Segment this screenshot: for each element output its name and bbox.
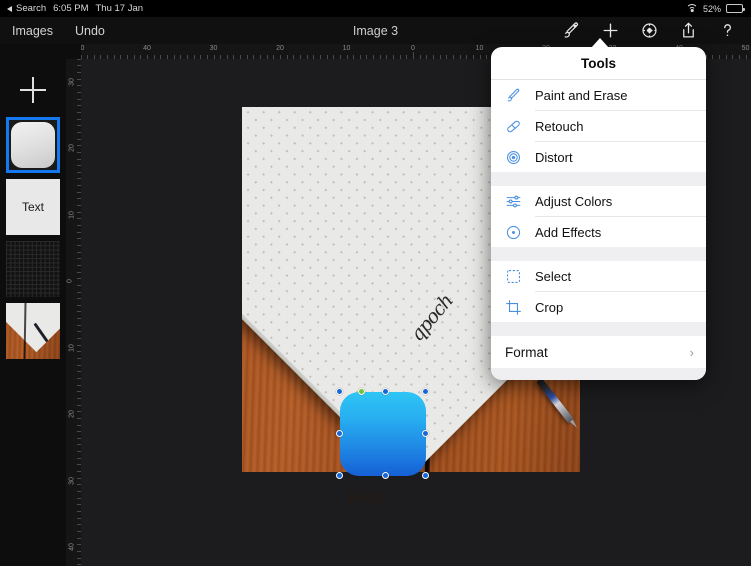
menu-item-select[interactable]: Select bbox=[491, 261, 706, 291]
ruler-v-label: 10 bbox=[68, 343, 76, 352]
battery-percent-label: 52% bbox=[702, 3, 721, 14]
popover-arrow bbox=[591, 38, 609, 48]
status-back-label[interactable]: Search bbox=[16, 3, 46, 14]
menu-group-gap bbox=[491, 172, 706, 186]
paintbrush-icon bbox=[505, 87, 522, 104]
ruler-v-label: 40 bbox=[68, 543, 76, 551]
menu-item-paint-and-erase[interactable]: Paint and Erase bbox=[491, 80, 706, 110]
handle-bottom-left[interactable] bbox=[336, 472, 343, 479]
handle-bottom-center[interactable] bbox=[382, 472, 390, 479]
vertical-ruler: 30 20 10 0 10 20 30 40 bbox=[66, 59, 81, 566]
menu-item-label: Adjust Colors bbox=[535, 193, 613, 209]
spiral-icon bbox=[505, 149, 522, 166]
help-icon[interactable] bbox=[718, 21, 737, 40]
toolbar-left-group: Images Undo bbox=[0, 24, 105, 38]
ruler-h-label: 10 bbox=[475, 45, 484, 52]
ruler-v-label: 30 bbox=[68, 77, 76, 86]
ruler-h-label: 20 bbox=[276, 45, 284, 52]
app-window: Search 6:05 PM Thu 17 Jan 52% Images Und… bbox=[0, 0, 751, 566]
status-bar-right: 52% bbox=[685, 3, 751, 14]
photo-thumbnail bbox=[6, 303, 60, 359]
battery-icon bbox=[726, 4, 745, 13]
sliders-icon bbox=[505, 193, 522, 210]
overlay-text-hey[interactable]: Hey bbox=[348, 488, 383, 510]
menu-item-label: Crop bbox=[535, 299, 564, 315]
popover-bottom-gap bbox=[491, 368, 706, 380]
bandage-icon bbox=[505, 118, 522, 135]
menu-item-retouch[interactable]: Retouch bbox=[491, 111, 706, 141]
top-toolbar: Images Undo Image 3 bbox=[0, 17, 751, 44]
menu-item-label: Paint and Erase bbox=[535, 87, 628, 103]
marquee-select-icon bbox=[505, 268, 522, 285]
selected-rounded-rect-shape[interactable] bbox=[340, 392, 426, 476]
wifi-icon bbox=[685, 4, 698, 13]
handle-middle-left[interactable] bbox=[336, 430, 343, 437]
menu-item-label: Select bbox=[535, 268, 572, 284]
menu-item-format[interactable]: Format › bbox=[491, 336, 706, 368]
menu-item-distort[interactable]: Distort bbox=[491, 142, 706, 172]
handle-middle-right[interactable] bbox=[422, 430, 429, 437]
share-icon[interactable] bbox=[679, 21, 698, 40]
crop-icon bbox=[505, 299, 522, 316]
settings-gear-icon[interactable] bbox=[640, 21, 659, 40]
sidebar-layer-text[interactable]: Text bbox=[6, 179, 60, 235]
ruler-h-label: 50 bbox=[741, 45, 750, 52]
menu-group-gap bbox=[491, 247, 706, 261]
sidebar-layer-shape[interactable] bbox=[6, 117, 60, 173]
ruler-h-tick bbox=[413, 52, 414, 59]
ruler-v-label: 20 bbox=[68, 144, 76, 152]
grid-thumbnail bbox=[6, 241, 60, 297]
handle-top-left[interactable] bbox=[336, 388, 343, 395]
text-layer-label: Text bbox=[6, 179, 60, 235]
sidebar-layer-photo[interactable] bbox=[6, 303, 60, 359]
ruler-h-label: 40 bbox=[143, 45, 151, 52]
shape-thumbnail bbox=[11, 122, 55, 168]
ruler-v-label: 30 bbox=[68, 476, 76, 485]
ruler-v-label: 10 bbox=[68, 210, 76, 219]
tools-popover: Tools Paint and Erase Retouch Distort Adjus… bbox=[491, 47, 706, 380]
images-button[interactable]: Images bbox=[12, 24, 53, 38]
menu-item-label: Distort bbox=[535, 149, 573, 165]
status-bar-left: Search 6:05 PM Thu 17 Jan bbox=[0, 3, 143, 14]
menu-item-crop[interactable]: Crop bbox=[491, 292, 706, 322]
popover-body: Paint and Erase Retouch Distort Adjust Colo… bbox=[491, 80, 706, 336]
ruler-h-label: 0 bbox=[411, 45, 415, 52]
handle-top-right[interactable] bbox=[422, 388, 429, 395]
menu-item-adjust-colors[interactable]: Adjust Colors bbox=[491, 186, 706, 216]
tools-brush-icon[interactable] bbox=[562, 21, 581, 40]
popover-title: Tools bbox=[581, 56, 616, 71]
ruler-h-label: 10 bbox=[342, 45, 351, 52]
ruler-h-label: 30 bbox=[209, 45, 218, 52]
menu-group-gap bbox=[491, 322, 706, 336]
handle-bottom-right[interactable] bbox=[422, 472, 429, 479]
effects-circle-icon bbox=[505, 224, 522, 241]
add-layer-button[interactable] bbox=[20, 77, 46, 103]
back-arrow-icon[interactable] bbox=[7, 5, 12, 12]
menu-item-format-label: Format bbox=[505, 344, 548, 360]
sidebar-layer-grid[interactable] bbox=[6, 241, 60, 297]
chevron-right-icon: › bbox=[689, 344, 694, 360]
menu-item-add-effects[interactable]: Add Effects bbox=[491, 217, 706, 247]
ruler-h-label: 50 bbox=[81, 45, 85, 52]
menu-item-label: Retouch bbox=[535, 118, 584, 134]
ruler-v-label: 0 bbox=[66, 279, 74, 283]
menu-item-label: Add Effects bbox=[535, 224, 602, 240]
undo-button[interactable]: Undo bbox=[75, 24, 105, 38]
status-date: Thu 17 Jan bbox=[95, 3, 144, 14]
handle-rotate[interactable] bbox=[357, 388, 365, 395]
status-bar: Search 6:05 PM Thu 17 Jan 52% bbox=[0, 0, 751, 17]
status-time: 6:05 PM bbox=[53, 3, 89, 14]
layers-sidebar: Text bbox=[0, 44, 66, 566]
ruler-v-label: 20 bbox=[68, 410, 76, 418]
